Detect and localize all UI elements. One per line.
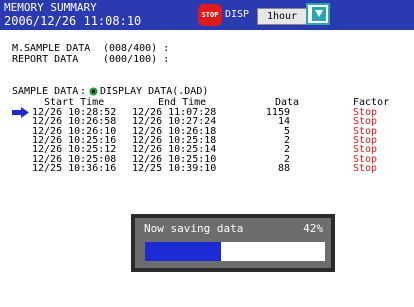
sample-separator: : <box>80 86 87 97</box>
row-end-time: 12/26 10:27:24 <box>132 116 217 128</box>
report-count: (000/100) : <box>103 54 170 65</box>
title-bar: MEMORY SUMMARY 2006/12/26 11:08:10 STOP … <box>0 0 414 30</box>
progress-fill <box>145 242 221 261</box>
row-data-count: 2 <box>283 144 290 156</box>
radio-selected-icon[interactable] <box>89 87 98 96</box>
saving-dialog: Now saving data 42% <box>131 214 335 272</box>
sd-card-icon <box>306 3 330 25</box>
saving-message: Now saving data <box>144 222 244 235</box>
row-start-time: 12/26 10:25:12 <box>32 144 117 156</box>
interval-button[interactable]: 1hour <box>257 8 307 25</box>
display-data-label: DISPLAY DATA(.DAD) <box>100 86 209 97</box>
screen-title: MEMORY SUMMARY <box>4 1 97 14</box>
m-sample-count: (008/400) : <box>103 43 170 54</box>
table-row[interactable]: 12/25 10:36:16 12/25 10:39:10 88 Stop <box>0 162 414 174</box>
row-start-time: 12/25 10:36:16 <box>32 162 117 174</box>
row-end-time: 12/26 10:25:14 <box>132 144 217 156</box>
row-data-count: 14 <box>277 116 290 128</box>
row-start-time: 12/26 10:26:58 <box>32 116 117 128</box>
row-data-count: 88 <box>277 162 290 174</box>
row-end-time: 12/25 10:39:10 <box>132 162 217 174</box>
row-factor: Stop <box>353 162 378 174</box>
display-mode-label: DISP <box>225 9 250 20</box>
datetime-display: 2006/12/26 11:08:10 <box>4 14 142 28</box>
m-sample-label: M.SAMPLE DATA <box>12 43 91 54</box>
table-row[interactable]: 12/26 10:25:12 12/26 10:25:14 2 Stop <box>0 144 414 156</box>
row-factor: Stop <box>353 144 378 156</box>
saving-percent: 42% <box>303 222 323 235</box>
progress-bar <box>145 242 325 261</box>
report-label: REPORT DATA <box>12 54 79 65</box>
sample-data-label: SAMPLE DATA <box>12 86 79 97</box>
table-row[interactable]: 12/26 10:26:58 12/26 10:27:24 14 Stop <box>0 116 414 128</box>
stop-status-icon: STOP <box>198 4 222 26</box>
row-factor: Stop <box>353 116 378 128</box>
